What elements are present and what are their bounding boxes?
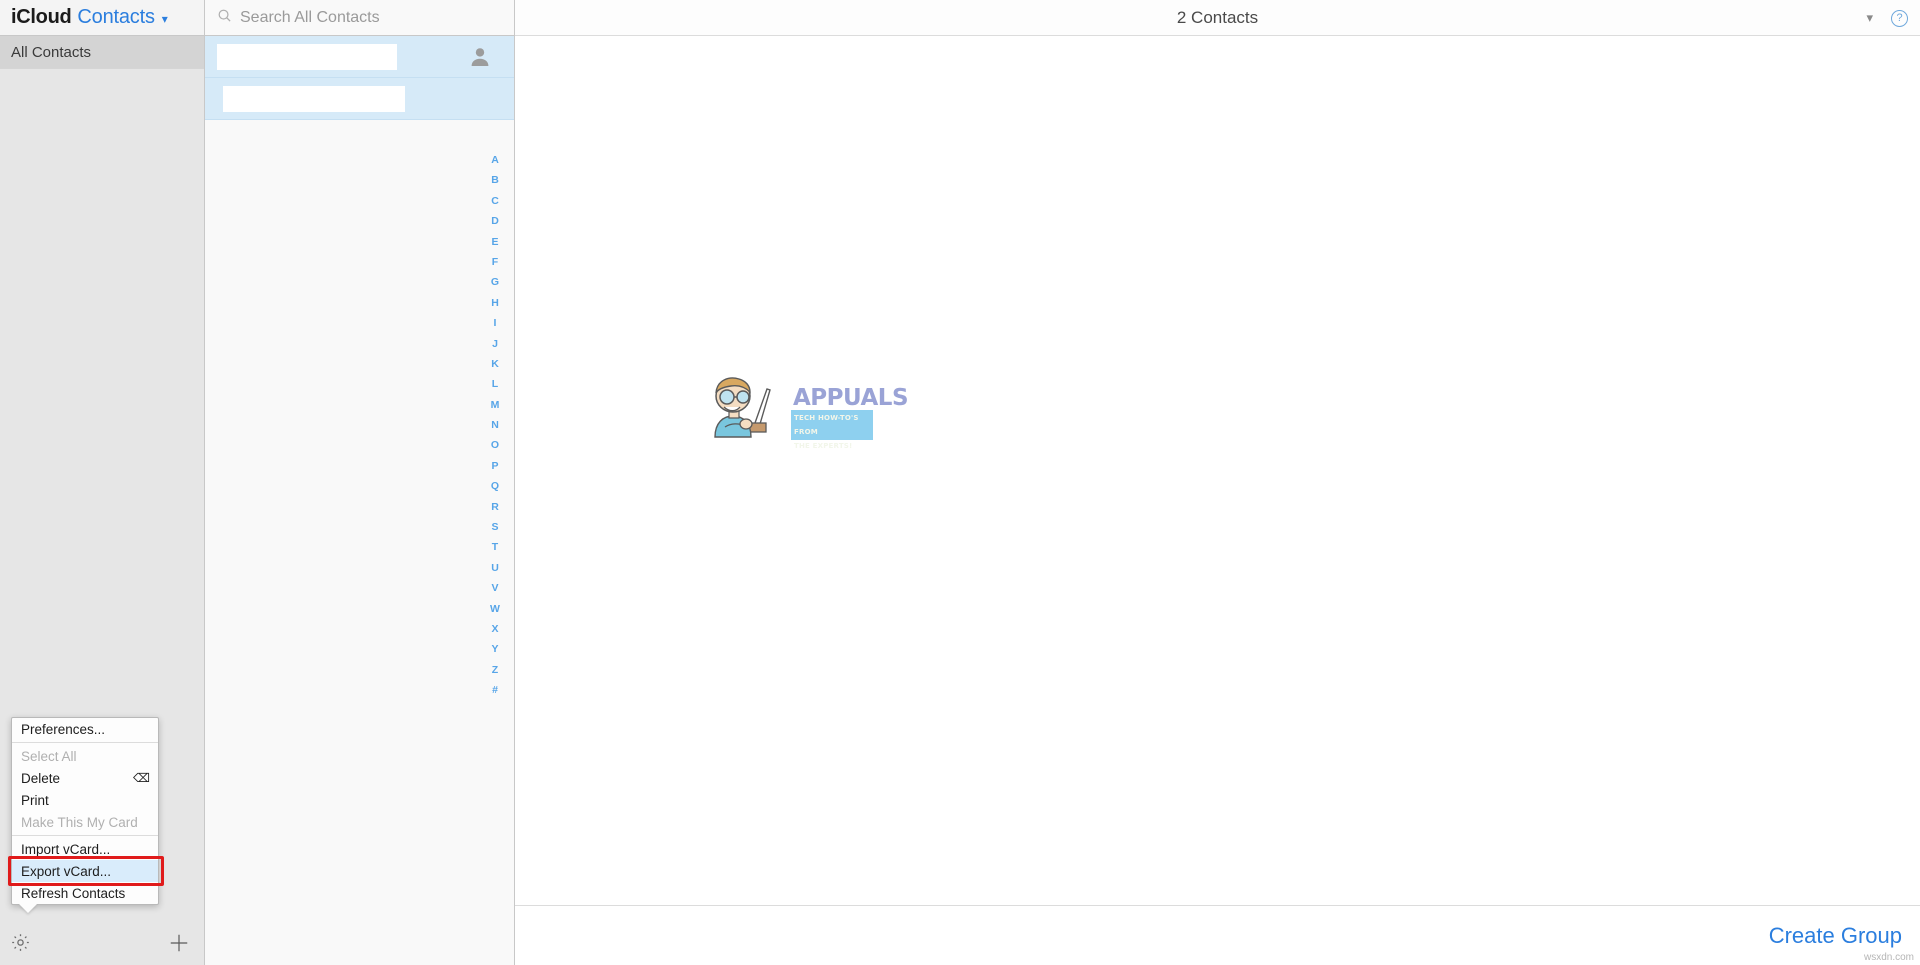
watermark-tagline: TECH HOW-TO'S FROM THE EXPERTS! — [794, 411, 872, 453]
menu-item-refresh-contacts[interactable]: Refresh Contacts — [12, 882, 158, 904]
menu-item-label: Make This My Card — [21, 814, 138, 830]
menu-item-make-this-my-card[interactable]: Make This My Card — [12, 811, 158, 833]
menu-item-label: Refresh Contacts — [21, 885, 126, 901]
sidebar-bottom-toolbar — [0, 920, 204, 965]
alpha-letter[interactable]: Z — [492, 660, 498, 680]
alpha-letter[interactable]: W — [490, 599, 500, 619]
alpha-letter[interactable]: E — [491, 232, 498, 252]
menu-item-import-vcard[interactable]: Import vCard... — [12, 838, 158, 860]
menu-item-label: Print — [21, 792, 49, 808]
menu-item-export-vcard-wrapper: Export vCard... — [8, 856, 164, 886]
page-title: 2 Contacts — [1176, 7, 1259, 27]
contact-list-row[interactable] — [205, 78, 514, 120]
alpha-letter[interactable]: S — [491, 517, 498, 537]
alpha-letter[interactable]: K — [491, 354, 499, 374]
menu-item-print[interactable]: Print — [12, 789, 158, 811]
menu-item-preferences[interactable]: Preferences... — [12, 718, 158, 740]
menu-item-export-vcard[interactable]: Export vCard... — [12, 860, 158, 882]
alpha-letter[interactable]: D — [491, 211, 499, 231]
alpha-letter[interactable]: J — [492, 334, 498, 354]
detail-header: 2 Contacts ▾ ? — [515, 0, 1920, 36]
alpha-letter[interactable]: L — [492, 374, 498, 394]
alpha-letter[interactable]: A — [491, 150, 499, 170]
group-list: All Contacts — [0, 36, 204, 69]
appuals-watermark: APPUALS TECH HOW-TO'S FROM THE EXPERTS! — [705, 371, 909, 450]
help-icon[interactable]: ? — [1891, 9, 1908, 27]
alpha-letter[interactable]: G — [491, 272, 499, 292]
menu-item-select-all[interactable]: Select All — [12, 745, 158, 767]
menu-separator — [12, 742, 158, 743]
alpha-letter[interactable]: P — [491, 456, 498, 476]
settings-context-menu: Preferences... Select All Delete ⌫ Print… — [8, 717, 164, 905]
menu-separator — [12, 835, 158, 836]
alpha-letter[interactable]: Q — [491, 476, 499, 496]
chevron-down-icon[interactable]: ▾ — [1866, 10, 1873, 26]
watermark-tagline-line2: THE EXPERTS! — [794, 442, 853, 450]
watermark-title: APPUALS — [793, 385, 909, 411]
icloud-contacts-app: iCloud Contacts ▾ All Contacts Preferenc… — [0, 0, 1920, 965]
sidebar-header: iCloud Contacts ▾ — [0, 0, 204, 36]
menu-item-label: Preferences... — [21, 721, 106, 737]
alpha-letter[interactable]: H — [491, 293, 499, 313]
menu-item-label: Delete — [21, 770, 61, 786]
contact-list-column: A B C D E F G H I J K L M N O P Q R S T … — [205, 0, 515, 965]
menu-item-delete[interactable]: Delete ⌫ — [12, 767, 158, 789]
redacted-contact-name — [223, 85, 405, 112]
menu-item-label: Select All — [21, 748, 77, 764]
site-watermark: wsxdn.com — [1863, 952, 1914, 963]
sidebar-item-label: All Contacts — [11, 43, 92, 61]
alpha-letter[interactable]: C — [491, 191, 499, 211]
plus-icon[interactable] — [168, 932, 190, 954]
alpha-letter[interactable]: # — [492, 680, 498, 700]
watermark-illustration-icon — [714, 377, 771, 438]
gear-icon[interactable] — [10, 932, 31, 953]
search-icon — [217, 8, 232, 28]
alpha-letter[interactable]: U — [491, 558, 499, 578]
detail-body: APPUALS TECH HOW-TO'S FROM THE EXPERTS! — [515, 36, 1920, 905]
avatar-icon — [468, 45, 492, 74]
alphabet-index[interactable]: A B C D E F G H I J K L M N O P Q R S T … — [484, 150, 506, 701]
search-bar — [205, 0, 514, 36]
sidebar-item-all-contacts[interactable]: All Contacts — [0, 36, 204, 69]
header-actions: ▾ ? — [1866, 0, 1908, 36]
create-group-button[interactable]: Create Group — [1769, 923, 1902, 949]
redacted-contact-name — [217, 43, 397, 70]
watermark-tagline-line1: TECH HOW-TO'S FROM — [794, 414, 859, 436]
alpha-letter[interactable]: V — [491, 578, 498, 598]
chevron-down-icon[interactable]: ▾ — [162, 12, 168, 26]
alpha-letter[interactable]: Y — [491, 639, 498, 659]
brand-icloud: iCloud — [11, 6, 72, 28]
contact-detail-pane: 2 Contacts ▾ ? APPUALS TECH HOW-TO'S FRO… — [515, 0, 1920, 965]
alpha-letter[interactable]: B — [491, 170, 499, 190]
contact-list-row[interactable] — [205, 36, 514, 78]
alpha-letter[interactable]: R — [491, 497, 499, 517]
menu-item-label: Export vCard... — [21, 863, 112, 879]
alpha-letter[interactable]: I — [494, 313, 497, 333]
alpha-letter[interactable]: F — [492, 252, 498, 272]
delete-shortcut-icon: ⌫ — [133, 771, 150, 785]
alpha-letter[interactable]: T — [492, 537, 498, 557]
menu-item-label: Import vCard... — [21, 841, 111, 857]
alpha-letter[interactable]: O — [491, 435, 499, 455]
groups-sidebar: iCloud Contacts ▾ All Contacts Preferenc… — [0, 0, 205, 965]
alpha-letter[interactable]: N — [491, 415, 499, 435]
search-input[interactable] — [240, 8, 480, 27]
alpha-letter[interactable]: X — [491, 619, 498, 639]
alpha-letter[interactable]: M — [491, 395, 500, 415]
detail-footer: Create Group — [515, 905, 1920, 965]
brand-app-name[interactable]: Contacts — [77, 6, 155, 29]
